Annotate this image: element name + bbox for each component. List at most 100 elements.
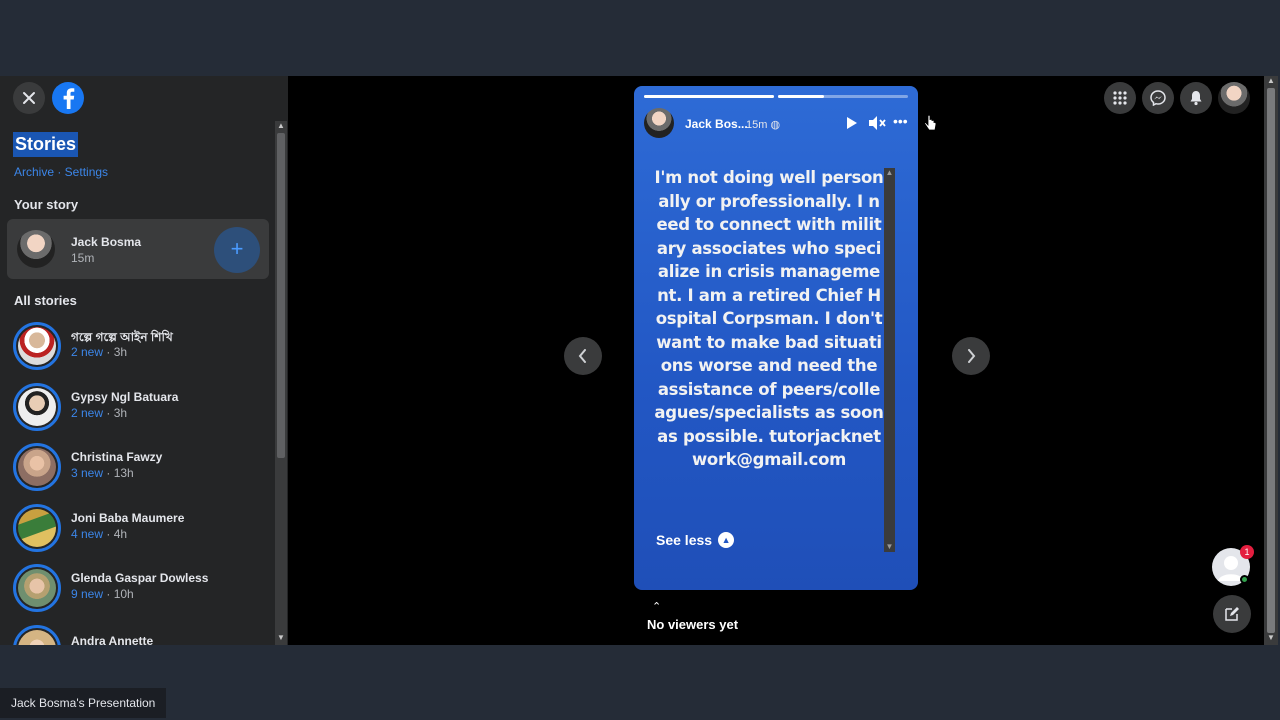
story-author: Andra Annette	[71, 634, 154, 645]
story-progress-bar	[644, 95, 774, 98]
scroll-up-icon[interactable]: ▲	[884, 168, 895, 178]
story-list-item[interactable]: Gypsy Ngl Batuara 2 new · 3h	[13, 383, 273, 433]
story-new-count: 9 new	[71, 587, 104, 601]
story-ring	[13, 322, 61, 370]
avatar	[18, 388, 56, 426]
story-author: Gypsy Ngl Batuara	[71, 390, 179, 404]
all-stories-heading: All stories	[14, 293, 77, 308]
your-story-heading: Your story	[14, 197, 79, 212]
story-author: Christina Fawzy	[71, 450, 163, 464]
avatar	[18, 327, 56, 365]
story-meta: 9 new · 10h	[71, 587, 134, 601]
messenger-icon	[1150, 90, 1166, 106]
avatar	[18, 630, 56, 645]
notifications-button[interactable]	[1180, 82, 1212, 114]
scroll-down-icon[interactable]: ▼	[275, 633, 287, 643]
scroll-up-icon[interactable]: ▲	[1264, 76, 1278, 86]
story-time-text: 15m	[746, 119, 768, 131]
more-icon[interactable]: •••	[893, 114, 911, 130]
see-less-button[interactable]: See less ▲	[656, 532, 735, 548]
facebook-logo[interactable]	[52, 82, 84, 114]
story-time: 15m ◍	[746, 118, 780, 131]
story-new-count: 2 new	[71, 406, 104, 420]
story-ring	[13, 625, 61, 645]
your-story-time: 15m	[71, 251, 95, 265]
see-less-label: See less	[656, 532, 713, 548]
story-text-scrollbar[interactable]: ▲ ▼	[884, 168, 895, 552]
close-button[interactable]	[13, 82, 45, 114]
presentation-label: Jack Bosma's Presentation	[0, 688, 167, 718]
story-author: Joni Baba Maumere	[71, 511, 185, 525]
scrollbar-thumb[interactable]	[1267, 88, 1275, 633]
story-meta: 2 new · 3h	[71, 345, 128, 359]
viewers-label[interactable]: No viewers yet	[647, 617, 738, 632]
facebook-f-icon	[63, 88, 75, 109]
story-time: 3h	[113, 345, 128, 359]
previous-story-button[interactable]	[564, 337, 602, 375]
messenger-button[interactable]	[1142, 82, 1174, 114]
story-ring	[13, 504, 61, 552]
scrollbar-thumb[interactable]	[277, 133, 285, 458]
story-time: 10h	[113, 587, 134, 601]
chevron-up-icon: ▲	[718, 532, 735, 548]
your-story-name: Jack Bosma	[71, 235, 142, 249]
avatar	[18, 448, 56, 486]
play-icon[interactable]	[845, 115, 859, 131]
story-list-clip: Andra Annette	[0, 625, 275, 645]
main-scrollbar[interactable]: ▲ ▼	[1264, 76, 1278, 645]
close-icon	[23, 92, 35, 104]
story-ring	[13, 383, 61, 431]
story-progress-bar	[778, 95, 908, 98]
story-author: Glenda Gaspar Dowless	[71, 571, 209, 585]
presentation-top-bar	[0, 0, 1280, 76]
progress-fill	[778, 95, 824, 98]
story-meta: 4 new · 4h	[71, 527, 128, 541]
story-time: 3h	[113, 406, 128, 420]
scroll-down-icon[interactable]: ▼	[1264, 633, 1278, 643]
your-story-card[interactable]: Jack Bosma 15m +	[7, 219, 269, 279]
page-title: Stories	[13, 132, 79, 157]
account-avatar-button[interactable]	[1218, 82, 1250, 114]
story-card[interactable]: Jack Bos... 15m ◍ ••• I'm not doing well…	[634, 86, 918, 590]
story-ring	[13, 564, 61, 612]
chevron-right-icon	[968, 349, 976, 363]
story-list-item[interactable]: গল্পে গল্পে আইন শিখি 2 new · 3h	[13, 322, 273, 372]
progress-fill	[644, 95, 774, 98]
story-list-item[interactable]: Christina Fawzy 3 new · 13h	[13, 443, 273, 493]
menu-button[interactable]	[1104, 82, 1136, 114]
story-meta: 3 new · 13h	[71, 466, 134, 480]
scroll-down-icon[interactable]: ▼	[884, 542, 895, 552]
story-time: 4h	[113, 527, 128, 541]
online-indicator	[1240, 575, 1249, 584]
avatar	[17, 230, 55, 268]
add-story-button[interactable]: +	[214, 227, 260, 273]
next-story-button[interactable]	[952, 337, 990, 375]
story-new-count: 2 new	[71, 345, 104, 359]
story-list-item[interactable]: Joni Baba Maumere 4 new · 4h	[13, 504, 273, 554]
chevron-up-icon[interactable]: ⌃	[652, 600, 661, 613]
presentation-bottom-bar	[0, 645, 1280, 720]
bell-icon	[1190, 91, 1202, 106]
story-time: 13h	[113, 466, 134, 480]
scroll-up-icon[interactable]: ▲	[275, 121, 287, 131]
story-list-item[interactable]: Glenda Gaspar Dowless 9 new · 10h	[13, 564, 273, 614]
story-text: I'm not doing well personally or profess…	[654, 168, 884, 469]
globe-icon: ◍	[770, 119, 781, 131]
chevron-left-icon	[578, 349, 586, 363]
notification-badge: 1	[1240, 545, 1254, 559]
grid-menu-icon	[1113, 91, 1127, 105]
hand-cursor-icon	[924, 115, 937, 131]
avatar	[18, 509, 56, 547]
archive-settings-links[interactable]: Archive · Settings	[14, 165, 108, 179]
story-meta: 2 new · 3h	[71, 406, 128, 420]
story-new-count: 4 new	[71, 527, 104, 541]
story-list-item[interactable]: Andra Annette	[13, 625, 273, 645]
avatar[interactable]	[644, 108, 674, 138]
new-message-button[interactable]	[1213, 595, 1251, 633]
story-ring	[13, 443, 61, 491]
story-new-count: 3 new	[71, 466, 104, 480]
avatar	[18, 569, 56, 607]
sidebar-scrollbar[interactable]: ▲ ▼	[275, 121, 287, 645]
story-author-name[interactable]: Jack Bos...	[685, 117, 748, 131]
mute-icon[interactable]	[868, 115, 886, 131]
